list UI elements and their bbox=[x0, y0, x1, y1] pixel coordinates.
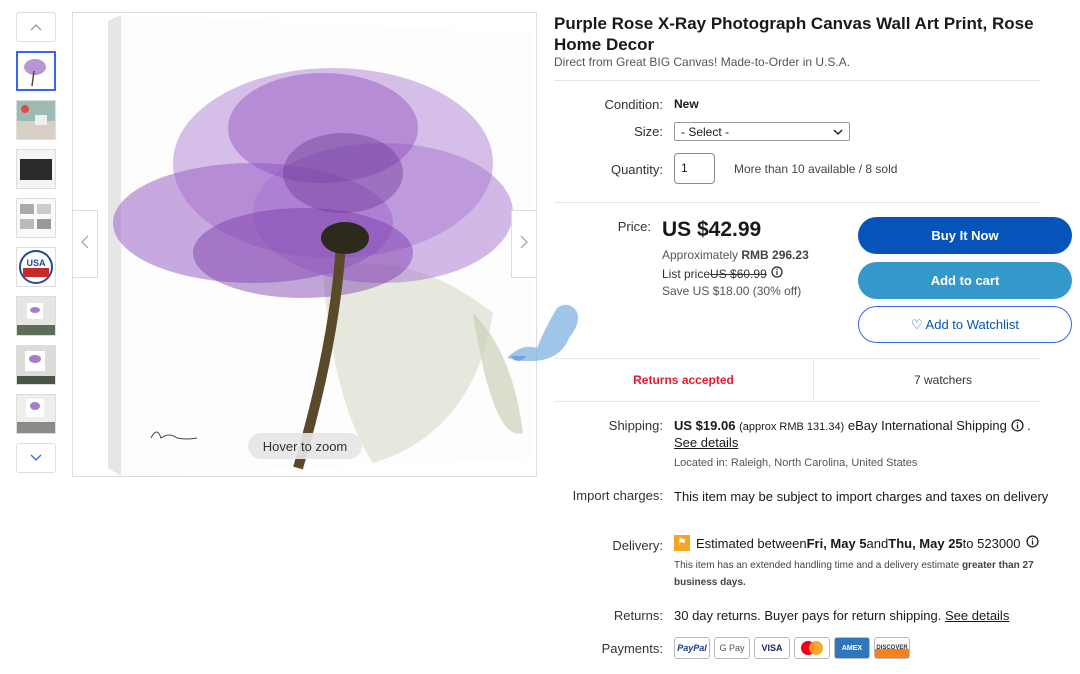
hover-to-zoom-label: Hover to zoom bbox=[248, 433, 362, 459]
quantity-label: Quantity: bbox=[610, 162, 663, 177]
info-icon[interactable] bbox=[1010, 418, 1024, 433]
shipping-label: Shipping: bbox=[608, 418, 663, 433]
delivery-prefix: Estimated between bbox=[696, 535, 807, 551]
product-title: Purple Rose X-Ray Photograph Canvas Wall… bbox=[554, 14, 1034, 54]
mastercard-icon bbox=[794, 637, 830, 659]
delivery-and: and bbox=[866, 535, 889, 551]
thumbnail-usa-badge[interactable]: USA bbox=[16, 247, 56, 287]
shipping-amount: US $19.06 bbox=[674, 418, 736, 433]
image-prev-button[interactable] bbox=[72, 210, 98, 278]
discover-icon: DISCOVER bbox=[874, 637, 910, 659]
divider bbox=[554, 80, 1040, 81]
shipping-see-details-link[interactable]: See details bbox=[674, 435, 738, 450]
size-select[interactable]: - Select - bbox=[674, 122, 850, 141]
delivery-note: This item has an extended handling time … bbox=[674, 557, 1069, 591]
thumbnail-wall-scene-3[interactable] bbox=[16, 394, 56, 434]
add-to-watchlist-button[interactable]: ♡ Add to Watchlist bbox=[858, 306, 1072, 343]
list-price: List price US $60.99 bbox=[662, 266, 783, 281]
price-value: US $42.99 bbox=[662, 218, 762, 241]
chevron-right-icon bbox=[520, 235, 528, 254]
item-location: Located in: Raleigh, North Carolina, Uni… bbox=[674, 457, 918, 469]
returns-policy: 30 day returns. Buyer pays for return sh… bbox=[674, 608, 1009, 623]
returns-text: 30 day returns. Buyer pays for return sh… bbox=[674, 608, 942, 623]
size-select-value: - Select - bbox=[681, 124, 730, 139]
import-charges-text: This item may be subject to import charg… bbox=[674, 489, 1049, 504]
quantity-input[interactable]: 1 bbox=[674, 153, 715, 184]
divider bbox=[554, 202, 1040, 203]
chevron-down-icon bbox=[833, 125, 843, 139]
thumbnail-purple-rose[interactable] bbox=[16, 51, 56, 91]
add-to-cart-button[interactable]: Add to cart bbox=[858, 262, 1072, 299]
google-pay-icon: G Pay bbox=[714, 637, 750, 659]
approx-price: Approximately RMB 296.23 bbox=[662, 248, 809, 262]
condition-label: Condition: bbox=[604, 97, 663, 112]
chevron-up-icon bbox=[30, 20, 42, 34]
visa-icon: VISA bbox=[754, 637, 790, 659]
thumbnails-up-button[interactable] bbox=[16, 12, 56, 42]
product-subtitle: Direct from Great BIG Canvas! Made-to-Or… bbox=[554, 55, 851, 69]
thumbnail-black-frame[interactable] bbox=[16, 149, 56, 189]
thumbnails-down-button[interactable] bbox=[16, 443, 56, 473]
chevron-left-icon bbox=[81, 235, 89, 254]
delivery-date-to: Thu, May 25 bbox=[888, 535, 963, 551]
import-charges-label: Import charges: bbox=[572, 488, 663, 503]
list-price-prefix: List price bbox=[662, 266, 711, 281]
watchers-count: 7 watchers bbox=[913, 373, 973, 387]
delivery-label: Delivery: bbox=[612, 538, 663, 553]
payments-label: Payments: bbox=[601, 641, 663, 656]
shipping-method: eBay International Shipping bbox=[847, 418, 1007, 433]
thumbnail-spec-sheet[interactable] bbox=[16, 198, 56, 238]
delivery-date-from: Fri, May 5 bbox=[806, 535, 867, 551]
flag-icon: ⚑ bbox=[674, 535, 690, 551]
returns-accepted-badge: Returns accepted bbox=[554, 359, 814, 401]
chevron-down-icon bbox=[30, 451, 42, 465]
thumbnail-room-scene[interactable] bbox=[16, 100, 56, 140]
usa-badge-text: USA bbox=[26, 258, 46, 268]
price-label: Price: bbox=[617, 219, 651, 234]
delivery-to: to 523000 bbox=[962, 535, 1021, 551]
thumbnail-wall-scene-2[interactable] bbox=[16, 345, 56, 385]
size-label: Size: bbox=[634, 124, 663, 139]
delivery-estimate: ⚑ Estimated between Fri, May 5 and Thu, … bbox=[674, 535, 1074, 551]
image-next-button[interactable] bbox=[511, 210, 537, 278]
main-product-image[interactable] bbox=[72, 12, 537, 477]
amex-icon: AMEX bbox=[834, 637, 870, 659]
returns-see-details-link[interactable]: See details bbox=[945, 608, 1009, 623]
divider bbox=[554, 401, 1040, 402]
thumbnail-strip: USA bbox=[16, 12, 58, 473]
condition-value: New bbox=[674, 97, 699, 111]
info-icon[interactable] bbox=[1025, 535, 1039, 551]
payment-methods: PayPal G Pay VISA AMEX DISCOVER bbox=[674, 637, 910, 659]
paypal-icon: PayPal bbox=[674, 637, 710, 659]
approx-value: RMB 296.23 bbox=[741, 248, 809, 262]
thumbnail-wall-scene-1[interactable] bbox=[16, 296, 56, 336]
shipping-approx: (approx RMB 131.34) bbox=[739, 421, 845, 433]
availability-text: More than 10 available / 8 sold bbox=[734, 162, 898, 176]
delivery-note-text: This item has an extended handling time … bbox=[674, 560, 962, 571]
approx-prefix: Approximately bbox=[662, 248, 742, 262]
returns-label: Returns: bbox=[613, 608, 663, 623]
savings-text: Save US $18.00 (30% off) bbox=[662, 284, 802, 298]
list-price-value: US $60.99 bbox=[710, 266, 767, 281]
buy-it-now-button[interactable]: Buy It Now bbox=[858, 217, 1072, 254]
shipping-info: US $19.06 (approx RMB 131.34) eBay Inter… bbox=[674, 418, 1031, 433]
info-icon[interactable] bbox=[771, 266, 783, 281]
